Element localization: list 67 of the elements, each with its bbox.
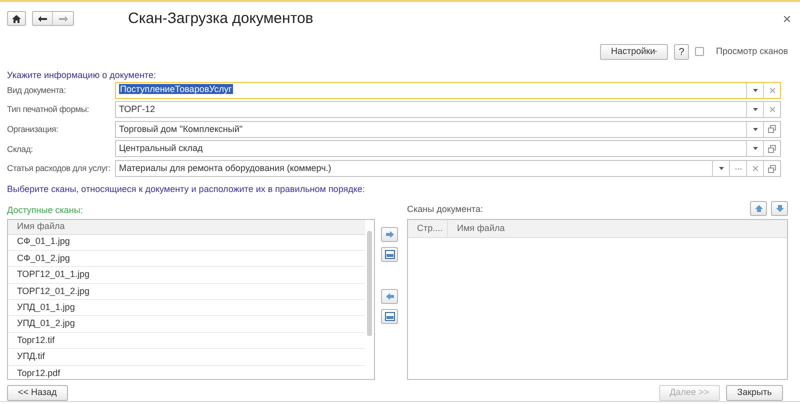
move-up-button[interactable] [750, 201, 767, 216]
input-field[interactable]: Торговый дом "Комплексный" [115, 120, 781, 138]
column-header[interactable]: Имя файла [448, 220, 514, 237]
help-button[interactable]: ? [674, 44, 689, 60]
input-field[interactable]: ПоступлениеТоваровУслуг [115, 82, 781, 99]
close-icon [770, 107, 774, 112]
move-all-icon [384, 250, 394, 259]
arrow-icon [774, 204, 784, 213]
field-value: Материалы для ремонта оборудования (коммерч.) [119, 162, 332, 173]
move-down-button[interactable] [771, 201, 788, 216]
field-value: ПоступлениеТоваровУслуг [119, 84, 233, 94]
field-label: Статья расходов для услуг: [7, 162, 112, 175]
file-row[interactable]: УПД_01_1.jpg [8, 300, 365, 316]
home-button[interactable] [7, 11, 26, 26]
close-icon [770, 88, 774, 93]
footer-button[interactable]: Закрыть [726, 385, 783, 401]
field-label: Склад: [7, 142, 34, 156]
footer-button[interactable]: << Назад [7, 385, 68, 401]
caret-icon [752, 147, 758, 150]
file-row[interactable]: УПД.tif [8, 349, 365, 366]
remove-all-button[interactable] [381, 309, 398, 324]
section-heading: Выберите сканы, относящиеся к документу и расположите их в правильном порядке: [7, 183, 366, 196]
arrow-icon [384, 292, 394, 301]
left-arrow-icon [38, 16, 47, 22]
panel-label: Доступные сканы: [7, 204, 84, 217]
windows-icon [768, 164, 776, 172]
input-field[interactable]: Центральный склад [115, 140, 781, 158]
column-header[interactable]: Стр.... [408, 220, 448, 237]
field-label: Тип печатной формы: [7, 103, 90, 116]
add-all-button[interactable] [381, 247, 398, 262]
windows-icon [768, 144, 776, 153]
window-title: Скан-Загрузка документов [128, 8, 314, 29]
input-field[interactable]: ТОРГ-12 [115, 101, 781, 118]
settings-button[interactable]: Настройки [600, 44, 668, 60]
preview-checkbox[interactable] [695, 47, 704, 56]
file-row[interactable]: ТОРГ12_01_2.jpg [8, 284, 365, 300]
home-icon [12, 14, 21, 23]
file-row[interactable]: Торг12.pdf [8, 366, 365, 379]
file-row[interactable]: УПД_01_2.jpg [8, 316, 365, 333]
file-row[interactable]: Торг12.tif [8, 332, 365, 350]
column-header[interactable]: Имя файла [8, 220, 74, 234]
arrow-icon [384, 230, 394, 239]
caret-icon [752, 108, 758, 112]
close-icon [752, 166, 758, 171]
file-row[interactable]: ТОРГ12_01_1.jpg [8, 267, 365, 284]
preview-label: Просмотр сканов [716, 44, 788, 58]
move-all-icon [384, 312, 394, 321]
panel-label: Сканы документа: [407, 202, 483, 216]
field-value: Центральный склад [119, 143, 203, 154]
field-value: ТОРГ-12 [119, 104, 155, 114]
close-icon [784, 16, 790, 22]
field-label: Вид документа: [7, 84, 67, 96]
windows-icon [768, 125, 776, 134]
caret-icon [752, 88, 758, 92]
input-field[interactable]: Материалы для ремонта оборудования (коммерч.) [115, 160, 781, 177]
section-heading: Укажите информацию о документе: [7, 68, 157, 82]
add-button[interactable] [381, 227, 398, 242]
field-label: Организация: [7, 122, 60, 136]
caret-icon [752, 128, 758, 131]
file-row[interactable]: СФ_01_2.jpg [8, 250, 365, 268]
caret-icon [718, 167, 724, 170]
remove-button[interactable] [381, 289, 398, 304]
arrow-icon [754, 204, 764, 213]
close-button[interactable] [784, 16, 790, 22]
right-arrow-icon [58, 16, 68, 22]
file-row[interactable]: СФ_01_1.jpg [8, 234, 365, 251]
field-value: Торговый дом "Комплексный" [119, 124, 243, 134]
